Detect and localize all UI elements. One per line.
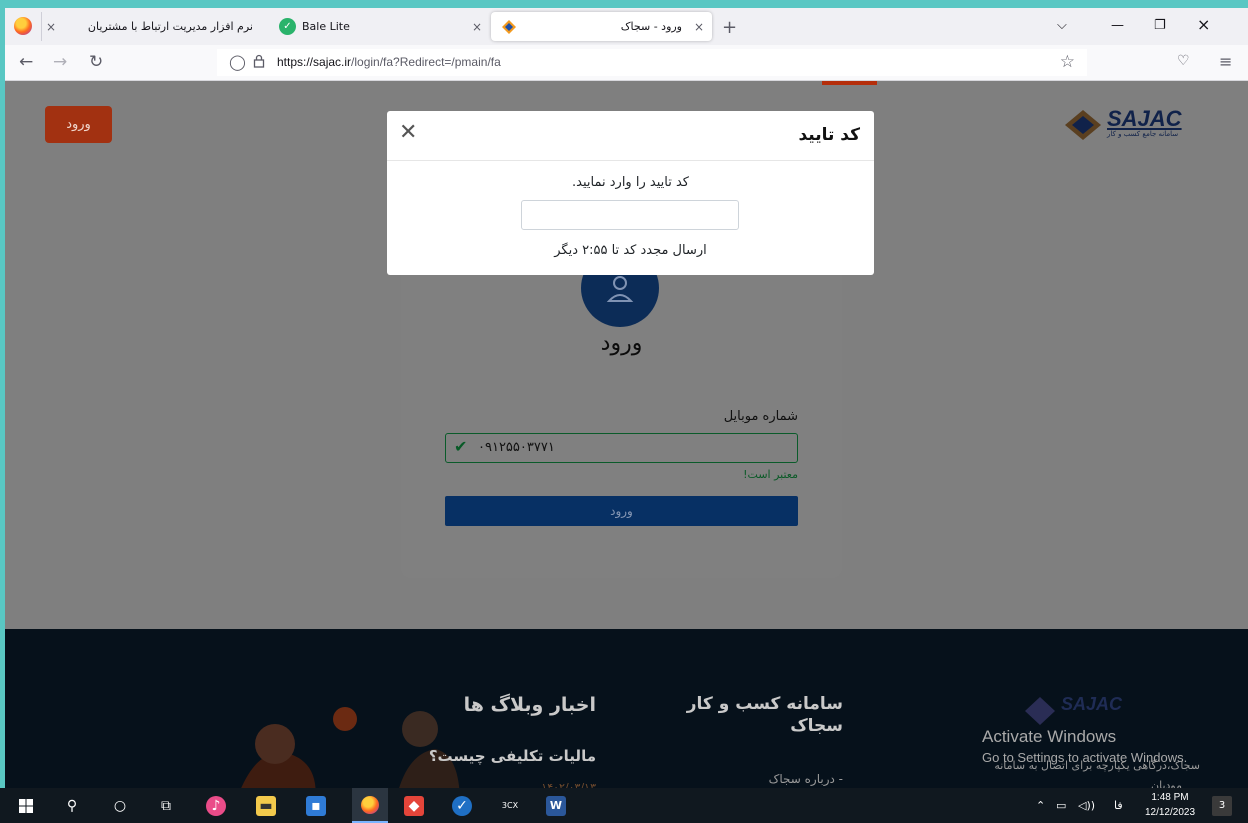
logo-tagline: سامانه جامع کسب و کار [1107, 130, 1179, 138]
check-icon: ✔ [454, 437, 468, 456]
sajac-logo-icon [1065, 110, 1101, 140]
tab-bale[interactable]: ✓ Bale Lite × [275, 12, 490, 41]
network-icon[interactable]: ▭ [1056, 799, 1066, 812]
clock-time: 1:48 PM [1151, 792, 1189, 803]
sajac-favicon-icon [502, 19, 516, 34]
tab-close-icon[interactable]: × [694, 20, 704, 34]
lock-icon[interactable] [253, 54, 265, 68]
login-card: ورود شماره موبایل ✔ ۰۹۱۲۵۵۰۳۷۷۱ معتبر اس… [401, 241, 842, 578]
address-bar[interactable]: ◯ https://sajac.ir/login/fa?Redirect=/pm… [217, 49, 1087, 76]
site-footer: اخبار وبلاگ ها مالیات تکلیفی چیست؟ ۱۴۰۲/… [5, 629, 1248, 796]
new-tab-button[interactable]: + [722, 17, 737, 38]
modal-message: کد تایید را وارد نمایید. [572, 175, 689, 190]
windows-start-icon[interactable] [16, 796, 36, 816]
firefox-taskbar-icon[interactable] [352, 788, 388, 823]
tab-close-icon[interactable]: × [472, 20, 482, 34]
footer-system-title: سامانه کسب و کار سجاک [686, 694, 843, 736]
task-view-icon[interactable]: ⧉ [156, 796, 176, 816]
mobile-value: ۰۹۱۲۵۵۰۳۷۷۱ [478, 440, 555, 455]
system-clock[interactable]: 1:48 PM 12/12/2023 [1138, 790, 1202, 820]
notification-center-icon[interactable]: 3 [1212, 796, 1232, 816]
app-menu-icon[interactable]: ≡ [1219, 52, 1232, 71]
navigation-bar: ← → ↻ ◯ https://sajac.ir/login/fa?Redire… [5, 45, 1248, 81]
bale-icon: ✓ [279, 18, 296, 35]
tab-strip: × نرم افزار مدیریت ارتباط با مشتریان ف ✓… [5, 8, 1248, 45]
url-text[interactable]: https://sajac.ir/login/fa?Redirect=/pmai… [277, 55, 501, 69]
modal-title: کد تایید [798, 125, 860, 145]
close-icon[interactable]: ✕ [399, 121, 417, 145]
verification-code-input[interactable] [521, 200, 739, 230]
header-accent-bar [822, 81, 877, 85]
url-host: https://sajac.ir [277, 55, 352, 69]
verification-modal: کد تایید ✕ کد تایید را وارد نمایید. ارسا… [387, 111, 874, 275]
windows-taskbar: ⚲ ○ ⧉ ♪ ▬ ▪ ◆ ✓ 3CX W ⌃ ▭ ◁)) فا 1:48 PM… [0, 788, 1248, 823]
clock-date: 12/12/2023 [1144, 807, 1196, 818]
activation-subtitle: Go to Settings to activate Windows. [982, 750, 1188, 765]
login-title: ورود [600, 331, 643, 356]
back-button[interactable]: ← [19, 52, 33, 72]
mobile-label: شماره موبایل [723, 409, 798, 424]
tab-close-icon[interactable]: × [46, 20, 56, 34]
validation-message: معتبر است! [743, 468, 798, 481]
3cx-icon[interactable]: 3CX [500, 796, 520, 816]
minimize-button[interactable]: — [1111, 18, 1124, 33]
tab-label: ورود - سجاک [620, 20, 682, 33]
site-logo[interactable]: SAJAC سامانه جامع کسب و کار [1065, 106, 1215, 146]
tracking-shield-icon[interactable]: ◯ [229, 53, 246, 71]
language-indicator[interactable]: فا [1114, 799, 1123, 812]
close-window-button[interactable]: × [1197, 15, 1210, 34]
footer-about-link[interactable]: - درباره سجاک [769, 772, 843, 786]
music-app-icon[interactable]: ♪ [206, 796, 226, 816]
v-app-icon[interactable]: ✓ [452, 796, 472, 816]
footer-logo-name: SAJAC [1061, 694, 1123, 714]
footer-news-title: اخبار وبلاگ ها [463, 694, 596, 716]
resend-countdown: ارسال مجدد کد تا ۲:۵۵ دیگر [554, 243, 707, 258]
forward-button[interactable]: → [53, 52, 67, 72]
tab-label: Bale Lite [302, 20, 350, 33]
restore-button[interactable]: ❐ [1154, 18, 1166, 33]
tab-sajac-login[interactable]: ورود - سجاک × [491, 12, 712, 41]
search-icon[interactable]: ⚲ [62, 796, 82, 816]
login-submit-button[interactable]: ورود [445, 496, 798, 526]
anydesk-icon[interactable]: ◆ [404, 796, 424, 816]
modal-header: کد تایید ✕ [387, 111, 874, 161]
footer-illustration [237, 707, 460, 796]
footer-logo-icon [1025, 697, 1055, 725]
word-icon[interactable]: W [546, 796, 566, 816]
firefox-menu-icon[interactable] [14, 17, 32, 35]
header-login-button[interactable]: ورود [45, 106, 112, 143]
page-content: ورود SAJAC سامانه جامع کسب و کار ورود شم… [5, 81, 1248, 796]
bookmark-star-icon[interactable]: ☆ [1060, 52, 1075, 72]
cortana-icon[interactable]: ○ [110, 796, 130, 816]
tab-label: نرم افزار مدیریت ارتباط با مشتریان ف [88, 20, 253, 33]
volume-icon[interactable]: ◁)) [1078, 799, 1095, 812]
url-path: /login/fa?Redirect=/pmain/fa [351, 55, 501, 69]
pocket-icon[interactable]: ♡ [1177, 53, 1190, 69]
activation-title: Activate Windows [982, 727, 1117, 746]
mobile-input[interactable]: ✔ ۰۹۱۲۵۵۰۳۷۷۱ [445, 433, 798, 463]
logo-name: SAJAC [1107, 106, 1182, 131]
app-window-icon[interactable]: ▪ [306, 796, 326, 816]
browser-window: × نرم افزار مدیریت ارتباط با مشتریان ف ✓… [5, 8, 1248, 823]
tab-list-icon[interactable]: ⌵ [1057, 18, 1067, 33]
footer-news-item[interactable]: مالیات تکلیفی چیست؟ [429, 747, 596, 765]
file-explorer-icon[interactable]: ▬ [256, 796, 276, 816]
tray-chevron-icon[interactable]: ⌃ [1036, 799, 1045, 812]
tab-crm[interactable]: × نرم افزار مدیریت ارتباط با مشتریان ف [41, 12, 273, 41]
reload-button[interactable]: ↻ [89, 52, 103, 72]
